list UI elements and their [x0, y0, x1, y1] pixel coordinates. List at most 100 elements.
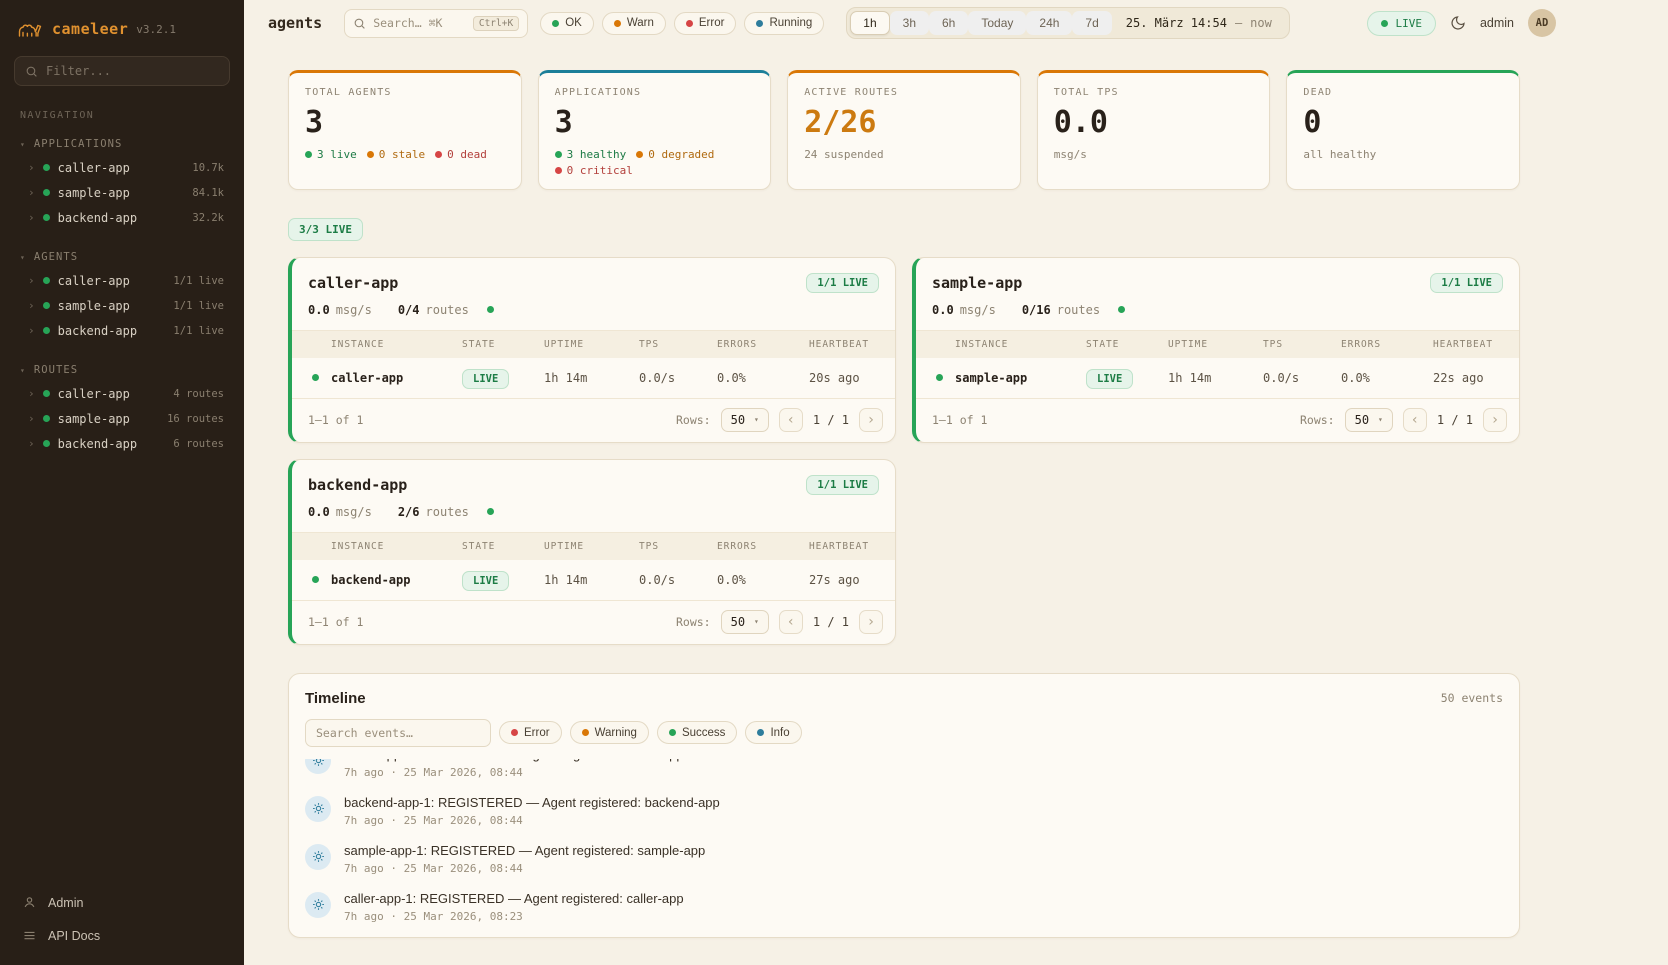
- table-row[interactable]: backend-app LIVE 1h 14m 0.0/s 0.0% 27s a…: [292, 560, 895, 600]
- column-header: ERRORS: [717, 541, 809, 552]
- timeline-event[interactable]: backend-app-1: REGISTERED — Agent regist…: [289, 787, 1519, 835]
- heartbeat-cell: 27s ago: [809, 573, 895, 587]
- chip-label: Info: [770, 727, 789, 739]
- filter-chip-warn[interactable]: Warn: [602, 12, 666, 35]
- timeline-filter-info[interactable]: Info: [745, 721, 801, 744]
- status-dot: [43, 440, 50, 447]
- sidebar-item-applications-sample-app[interactable]: › sample-app 84.1k: [12, 180, 232, 205]
- topbar: agents Ctrl+K OK Warn Error Ru: [244, 0, 1668, 46]
- avatar[interactable]: AD: [1528, 9, 1556, 37]
- filter-chip-ok[interactable]: OK: [540, 12, 594, 35]
- sidebar-item-agents-sample-app[interactable]: › sample-app 1/1 live: [12, 293, 232, 318]
- app-card-title[interactable]: caller-app: [308, 274, 398, 292]
- filter-chip-running[interactable]: Running: [744, 12, 824, 35]
- prev-page-button[interactable]: ‹: [779, 610, 803, 634]
- ok-status-dot: [552, 20, 559, 27]
- event-timestamp: 7h ago · 25 Mar 2026, 08:44: [344, 766, 684, 779]
- sidebar-item-api-docs[interactable]: API Docs: [12, 920, 232, 951]
- sidebar-item-badge: 1/1 live: [173, 300, 224, 312]
- sidebar-section-header-routes[interactable]: ▾ ROUTES: [12, 359, 232, 381]
- table-row[interactable]: sample-app LIVE 1h 14m 0.0/s 0.0% 22s ag…: [916, 358, 1519, 398]
- sidebar-item-applications-caller-app[interactable]: › caller-app 10.7k: [12, 155, 232, 180]
- timeline-search-input[interactable]: [316, 726, 480, 740]
- live-status-dot: [1381, 20, 1388, 27]
- row-range-label: 1–1 of 1: [932, 413, 987, 427]
- sidebar-section-header-applications[interactable]: ▾ APPLICATIONS: [12, 133, 232, 155]
- chip-label: Warning: [595, 727, 637, 739]
- sidebar-section-header-agents[interactable]: ▾ AGENTS: [12, 246, 232, 268]
- chip-label: Warn: [627, 17, 654, 29]
- logo[interactable]: cameleer v3.2.1: [12, 14, 232, 56]
- rows-per-page-select[interactable]: 50 ▾: [721, 610, 769, 634]
- timeline-event[interactable]: caller-app-1: REGISTERED — Agent registe…: [289, 883, 1519, 931]
- sidebar-item-label: caller-app: [58, 161, 130, 175]
- column-header: TPS: [639, 339, 717, 350]
- global-search-input[interactable]: [373, 16, 466, 30]
- content-scroll-area[interactable]: TOTAL AGENTS 3 3 live 0 stale 0 dead APP…: [244, 46, 1668, 965]
- time-range-3h[interactable]: 3h: [890, 11, 929, 35]
- next-page-button[interactable]: ›: [859, 610, 883, 634]
- timeline-event[interactable]: sample-app-1: REGISTERED — Agent registe…: [289, 835, 1519, 883]
- time-range-1h[interactable]: 1h: [850, 11, 889, 35]
- column-header: INSTANCE: [292, 541, 462, 552]
- tps-cell: 0.0/s: [639, 573, 717, 587]
- prev-page-button[interactable]: ‹: [779, 408, 803, 432]
- prev-page-button[interactable]: ‹: [1403, 408, 1427, 432]
- chip-label: OK: [565, 17, 582, 29]
- column-header: STATE: [1086, 339, 1168, 350]
- filter-chip-error[interactable]: Error: [674, 12, 737, 35]
- success-dot: [669, 729, 676, 736]
- dark-mode-toggle[interactable]: [1450, 15, 1466, 31]
- timeline-event[interactable]: caller-app-1: REGISTERED — Agent registe…: [289, 759, 1519, 787]
- app-card-title[interactable]: sample-app: [932, 274, 1022, 292]
- timeline-controls: Error Warning Success Info: [289, 719, 1519, 759]
- time-range-today[interactable]: Today: [968, 11, 1026, 35]
- uptime-cell: 1h 14m: [544, 573, 639, 587]
- sidebar-item-routes-caller-app[interactable]: › caller-app 4 routes: [12, 381, 232, 406]
- sidebar-item-label: sample-app: [58, 299, 130, 313]
- next-page-button[interactable]: ›: [859, 408, 883, 432]
- rows-per-page-value: 50: [1355, 413, 1369, 427]
- instance-status-dot: [936, 374, 943, 381]
- sidebar-item-applications-backend-app[interactable]: › backend-app 32.2k: [12, 205, 232, 230]
- timeline-filter-success[interactable]: Success: [657, 721, 737, 744]
- event-title: caller-app-1: REGISTERED — Agent registe…: [344, 891, 684, 906]
- sidebar-item-routes-backend-app[interactable]: › backend-app 6 routes: [12, 431, 232, 456]
- table-row[interactable]: caller-app LIVE 1h 14m 0.0/s 0.0% 20s ag…: [292, 358, 895, 398]
- rows-per-page-select[interactable]: 50 ▾: [721, 408, 769, 432]
- gear-icon: [305, 892, 331, 918]
- overview-row: 3/3 LIVE: [288, 218, 1520, 241]
- stat-card-active-routes: ACTIVE ROUTES 2/26 24 suspended: [787, 70, 1021, 190]
- app-card-title[interactable]: backend-app: [308, 476, 407, 494]
- instance-status-dot: [312, 576, 319, 583]
- rows-per-page-select[interactable]: 50 ▾: [1345, 408, 1393, 432]
- apps-grid: caller-app 1/1 LIVE 0.0 msg/s 0/4 routes…: [288, 257, 1520, 645]
- sidebar-item-routes-sample-app[interactable]: › sample-app 16 routes: [12, 406, 232, 431]
- gear-icon: [305, 796, 331, 822]
- instance-status-dot: [312, 374, 319, 381]
- timeline-filter-error[interactable]: Error: [499, 721, 562, 744]
- app-stats-line: 0.0 msg/s 2/6 routes: [292, 505, 895, 532]
- sidebar-item-badge: 16 routes: [167, 413, 224, 425]
- chevron-right-icon: ›: [28, 388, 35, 399]
- time-range-24h[interactable]: 24h: [1026, 11, 1072, 35]
- overview-live-badge: 3/3 LIVE: [288, 218, 363, 241]
- timeline-filter-warning[interactable]: Warning: [570, 721, 649, 744]
- stat-value: 3: [305, 107, 505, 139]
- tps-cell: 0.0/s: [1263, 371, 1341, 385]
- sidebar-section-agents: ▾ AGENTS › caller-app 1/1 live › sample-…: [12, 246, 232, 343]
- caret-down-icon: ▾: [754, 617, 759, 626]
- sidebar-item-agents-caller-app[interactable]: › caller-app 1/1 live: [12, 268, 232, 293]
- sidebar-item-admin[interactable]: Admin: [12, 887, 232, 918]
- sidebar-item-agents-backend-app[interactable]: › backend-app 1/1 live: [12, 318, 232, 343]
- sidebar-section-applications: ▾ APPLICATIONS › caller-app 10.7k › samp…: [12, 133, 232, 230]
- status-dot: [43, 415, 50, 422]
- time-range-7d[interactable]: 7d: [1072, 11, 1111, 35]
- sidebar-item-label: sample-app: [58, 412, 130, 426]
- time-range-6h[interactable]: 6h: [929, 11, 968, 35]
- event-timestamp: 7h ago · 25 Mar 2026, 08:23: [344, 910, 684, 923]
- next-page-button[interactable]: ›: [1483, 408, 1507, 432]
- datetime-end: now: [1250, 16, 1272, 30]
- sidebar-filter-input[interactable]: [46, 64, 219, 78]
- timeline-event-list[interactable]: caller-app-1: REGISTERED — Agent registe…: [289, 759, 1519, 937]
